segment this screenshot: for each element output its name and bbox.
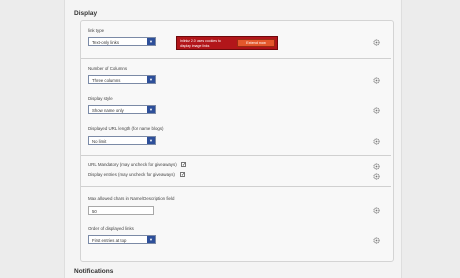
link-type-label: link type: [88, 28, 105, 33]
display-style-value: Show name only: [92, 107, 124, 113]
chevron-down-icon: ▼: [147, 76, 155, 83]
url-length-label: Displayed URL length (for name blogs): [88, 126, 164, 131]
extend-now-button[interactable]: Extend now: [237, 39, 275, 47]
link-type-select[interactable]: Text-only links ▼: [88, 37, 156, 46]
columns-select[interactable]: Three columns ▼: [88, 75, 156, 84]
alert-message: Inlinkz 2.0 uses cookies to display imag…: [180, 39, 221, 48]
gear-icon[interactable]: [373, 39, 380, 46]
display-style-label: Display style: [88, 96, 113, 101]
chevron-down-icon: ▼: [147, 236, 155, 243]
max-chars-value: 50: [92, 208, 97, 214]
divider: [81, 58, 391, 59]
link-type-value: Text-only links: [92, 39, 119, 45]
url-mandatory-checkbox[interactable]: ✓: [181, 162, 186, 168]
max-chars-label: Max allowed chars in Name/Description fi…: [88, 196, 175, 201]
url-mandatory-label: URL Mandatory (may uncheck for giveaways…: [88, 162, 177, 167]
notifications-section-title: Notifications: [74, 268, 114, 275]
order-label: Order of displayed links: [88, 226, 134, 231]
columns-label: Number of Columns: [88, 66, 128, 71]
divider: [81, 155, 391, 156]
display-section-title: Display: [74, 10, 98, 17]
gear-icon[interactable]: [373, 207, 380, 214]
divider: [81, 186, 391, 187]
url-length-value: No limit: [92, 138, 107, 144]
gear-icon[interactable]: [373, 173, 380, 180]
chevron-down-icon: ▼: [147, 137, 155, 144]
display-style-select[interactable]: Show name only ▼: [88, 105, 156, 114]
gear-icon[interactable]: [373, 163, 380, 170]
order-value: First entries at top: [92, 237, 127, 243]
order-select[interactable]: First entries at top ▼: [88, 235, 156, 244]
chevron-down-icon: ▼: [147, 106, 155, 113]
gear-icon[interactable]: [373, 107, 380, 114]
columns-value: Three columns: [92, 77, 121, 83]
url-length-select[interactable]: No limit ▼: [88, 136, 156, 145]
display-entries-checkbox[interactable]: ✓: [180, 172, 185, 178]
gear-icon[interactable]: [373, 77, 380, 84]
max-chars-input[interactable]: 50: [88, 206, 154, 215]
upgrade-alert: Inlinkz 2.0 uses cookies to display imag…: [176, 36, 278, 50]
display-entries-label: Display entries (may uncheck for giveawa…: [88, 172, 175, 177]
gear-icon[interactable]: [373, 237, 380, 244]
chevron-down-icon: ▼: [147, 38, 155, 45]
gear-icon[interactable]: [373, 138, 380, 145]
